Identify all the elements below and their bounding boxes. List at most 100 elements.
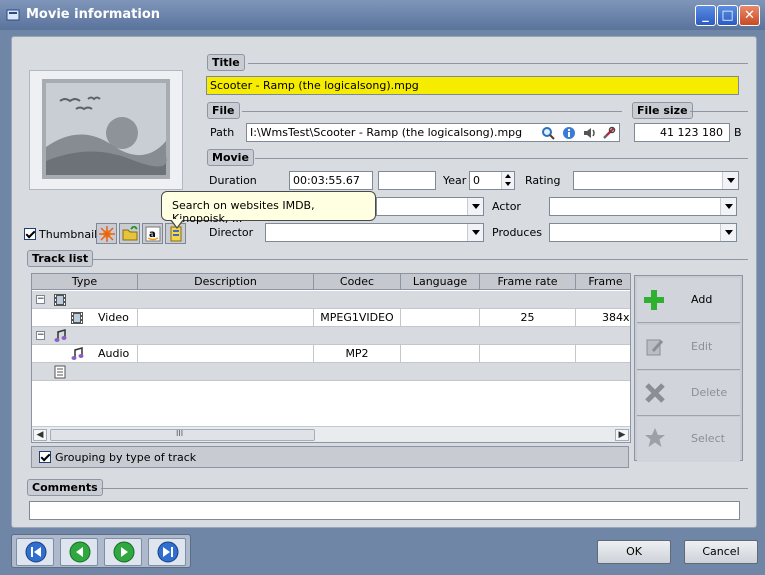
add-track-button[interactable]: Add [637, 278, 740, 323]
skip-first-icon [25, 541, 47, 563]
row-description[interactable] [138, 345, 314, 363]
video-group-row[interactable]: − [32, 291, 630, 309]
table-row[interactable]: Audio MP2 [32, 345, 630, 363]
file-size-section-label: File size [632, 102, 693, 119]
row-frame-rate [480, 345, 576, 363]
maximize-button[interactable]: □ [717, 5, 738, 26]
subtitle-group-row[interactable] [32, 363, 630, 381]
play-audio-icon[interactable] [580, 124, 598, 141]
last-record-button[interactable] [148, 538, 186, 566]
actor-dropdown-icon[interactable] [720, 198, 736, 215]
thumbnail-checkbox[interactable] [24, 228, 36, 240]
edit-track-button[interactable]: Edit [637, 325, 740, 370]
grouping-checkbox[interactable] [39, 451, 51, 463]
director-select[interactable] [265, 223, 484, 242]
previous-record-button[interactable] [60, 538, 98, 566]
file-size-unit: B [734, 126, 742, 139]
col-frame-rate[interactable]: Frame rate [480, 274, 576, 290]
web-search-tooltip: Search on websites IMDB, Kinopoisk, ... [161, 191, 376, 229]
title-divider [248, 63, 748, 64]
next-record-button[interactable] [104, 538, 142, 566]
track-list-divider [93, 259, 748, 260]
cancel-button[interactable]: Cancel [684, 540, 758, 564]
row-language[interactable] [401, 309, 480, 327]
row-type: Audio [32, 345, 138, 363]
genre-dropdown-icon[interactable] [467, 198, 483, 215]
app-icon [6, 9, 20, 21]
movie-divider [255, 158, 748, 159]
produces-select[interactable] [549, 223, 737, 242]
scroll-right-icon[interactable]: ▶ [615, 429, 629, 441]
duration-input[interactable]: 00:03:55.67 [289, 171, 373, 190]
amazon-search-button[interactable]: a [142, 223, 163, 244]
thumbnail-label: Thumbnail [39, 228, 98, 241]
film-icon [54, 294, 66, 306]
open-image-button[interactable] [119, 223, 140, 244]
table-row[interactable]: Video MPEG1VIDEO 25 384x2 [32, 309, 630, 327]
col-type[interactable]: Type [32, 274, 138, 290]
year-input[interactable]: 0 [469, 171, 515, 190]
track-list-section-label: Track list [27, 250, 94, 267]
sparkle-icon [99, 226, 115, 242]
col-frame[interactable]: Frame [576, 274, 630, 290]
title-section-label: Title [207, 54, 245, 71]
row-description[interactable] [138, 309, 314, 327]
star-icon [645, 428, 665, 447]
first-record-button[interactable] [16, 538, 54, 566]
year-spinner[interactable] [501, 172, 514, 189]
rating-dropdown-icon[interactable] [722, 172, 738, 189]
skip-last-icon [157, 541, 179, 563]
window-title: Movie information [26, 7, 161, 22]
track-grid[interactable]: Type Description Codec Language Frame ra… [31, 273, 631, 443]
audio-group-row[interactable]: − [32, 327, 630, 345]
close-button[interactable]: ✕ [739, 5, 760, 26]
edit-label: Edit [691, 340, 713, 353]
produces-label: Produces [492, 226, 542, 239]
rating-select[interactable] [573, 171, 739, 190]
select-track-button[interactable]: Select [637, 417, 740, 462]
col-description[interactable]: Description [138, 274, 314, 290]
movie-info-window: Movie information _ □ ✕ Title Scooter - … [0, 0, 765, 575]
tools-icon[interactable] [600, 124, 618, 141]
video-group-collapse-icon[interactable]: − [36, 295, 45, 304]
music-note-icon [71, 347, 84, 360]
title-input[interactable]: Scooter - Ramp (the logicalsong).mpg [206, 76, 739, 95]
generate-thumbnail-button[interactable] [96, 223, 117, 244]
minimize-button[interactable]: _ [695, 5, 716, 26]
grouping-label: Grouping by type of track [55, 451, 197, 464]
select-label: Select [691, 432, 725, 445]
search-file-icon[interactable] [539, 124, 557, 141]
row-frame [576, 345, 630, 363]
ok-button[interactable]: OK [597, 540, 671, 564]
row-language[interactable] [401, 345, 480, 363]
audio-group-collapse-icon[interactable]: − [36, 331, 45, 340]
genre-select[interactable] [376, 197, 484, 216]
produces-dropdown-icon[interactable] [720, 224, 736, 241]
director-label: Director [209, 226, 254, 239]
col-language[interactable]: Language [401, 274, 480, 290]
delete-label: Delete [691, 386, 728, 399]
director-dropdown-icon[interactable] [467, 224, 483, 241]
file-info-icon[interactable] [560, 124, 578, 141]
next-icon [113, 541, 135, 563]
title-bar[interactable]: Movie information _ □ ✕ [0, 0, 765, 30]
year-value: 0 [473, 174, 480, 187]
file-size-divider [690, 111, 748, 112]
duration-extra-input[interactable] [378, 171, 436, 190]
scroll-left-icon[interactable]: ◀ [33, 429, 47, 441]
grid-horizontal-scrollbar[interactable]: ◀ III ▶ [32, 426, 630, 442]
scroll-grip: III [176, 429, 184, 438]
row-frame-rate: 25 [480, 309, 576, 327]
comments-input[interactable] [29, 501, 740, 520]
grouping-bar: Grouping by type of track [31, 446, 629, 468]
file-divider [242, 111, 622, 112]
delete-track-button[interactable]: Delete [637, 371, 740, 416]
row-codec: MPEG1VIDEO [314, 309, 401, 327]
track-actions-panel: Add Edit Delete Select [634, 275, 743, 462]
row-frame: 384x2 [576, 309, 630, 327]
scroll-thumb[interactable]: III [50, 429, 315, 441]
path-label: Path [210, 126, 235, 139]
actor-select[interactable] [549, 197, 737, 216]
col-codec[interactable]: Codec [314, 274, 401, 290]
file-size-input[interactable]: 41 123 180 [634, 123, 730, 142]
